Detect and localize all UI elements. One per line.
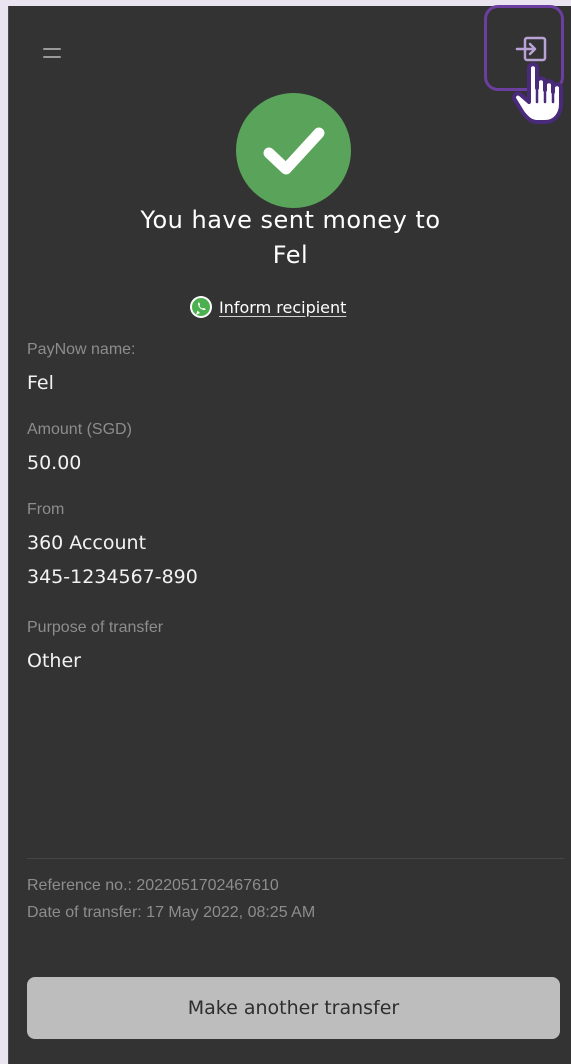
transfer-success-screen: You have sent money to Fel Inform recipi… <box>8 5 571 1064</box>
from-account-number: 345-1234567-890 <box>27 566 198 588</box>
from-label: From <box>27 501 65 518</box>
make-another-transfer-button[interactable]: Make another transfer <box>27 977 560 1039</box>
success-headline: You have sent money to Fel <box>9 203 571 273</box>
amount-value: 50.00 <box>27 452 82 474</box>
headline-line-1: You have sent money to <box>140 206 441 234</box>
purpose-value: Other <box>27 650 81 672</box>
check-icon <box>263 127 325 175</box>
purpose-label: Purpose of transfer <box>27 619 164 636</box>
paynow-name-value: Fel <box>27 372 54 394</box>
recipient-name: Fel <box>272 241 309 269</box>
pointer-hand-icon <box>512 62 563 124</box>
from-account-name: 360 Account <box>27 532 147 554</box>
paynow-name-label: PayNow name: <box>27 341 136 358</box>
inform-recipient-label[interactable]: Inform recipient <box>219 298 346 317</box>
transfer-date: Date of transfer: 17 May 2022, 08:25 AM <box>27 904 316 921</box>
reference-number: Reference no.: 2022051702467610 <box>27 877 279 894</box>
whatsapp-icon <box>190 296 212 318</box>
amount-label: Amount (SGD) <box>27 421 132 438</box>
divider <box>27 858 564 859</box>
hamburger-menu-icon[interactable] <box>43 48 61 58</box>
success-check-badge <box>236 93 351 208</box>
inform-recipient-link[interactable]: Inform recipient <box>189 293 346 321</box>
